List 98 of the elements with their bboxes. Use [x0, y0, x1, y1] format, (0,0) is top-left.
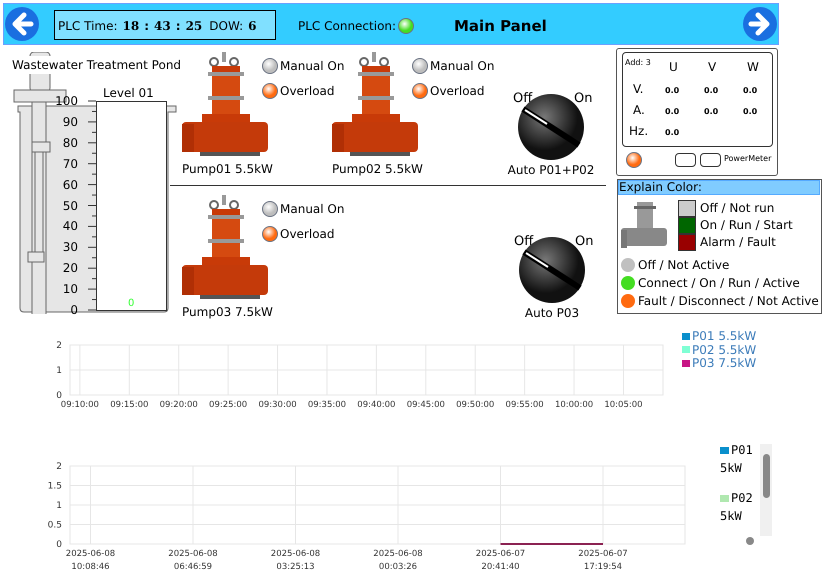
- meter-value: 0.0: [704, 106, 718, 118]
- dow-label: DOW:: [209, 18, 244, 35]
- axis-tick-label: 2: [56, 462, 62, 472]
- scale-label: 90: [62, 116, 78, 128]
- axis-tick-label: 1: [56, 501, 62, 511]
- phase-label: U: [669, 59, 678, 76]
- indicator-label: Overload: [280, 226, 335, 243]
- indicator-label: Overload: [430, 83, 485, 100]
- axis-tick-label: 1: [56, 366, 62, 376]
- axis-tick-label: 09:15:00: [110, 400, 148, 410]
- dow-value: 6: [248, 18, 257, 35]
- switch-caption: Auto P03: [524, 305, 580, 322]
- legend-label: P02: [731, 490, 753, 507]
- meter-value: 0.0: [665, 106, 680, 118]
- axis-tick-label: 09:35:00: [308, 400, 346, 410]
- axis-tick-label: 0.5: [48, 520, 62, 530]
- axis-tick-label: 2025-06-08 10:08:46: [66, 549, 116, 572]
- axis-tick-label: 09:10:00: [60, 400, 99, 410]
- forward-icon[interactable]: [742, 6, 778, 42]
- legend-label: P02 5.5kW: [692, 342, 756, 356]
- meter-value: 0.0: [743, 85, 758, 97]
- scale-label: 10: [62, 283, 78, 296]
- axis-tick-label: 09:55:00: [506, 400, 544, 410]
- axis-tick-label: 10:00:00: [554, 400, 594, 410]
- back-icon[interactable]: [4, 6, 40, 42]
- quantity-label: A.: [633, 102, 645, 119]
- hour-value: 18: [122, 18, 140, 35]
- legend-title: Explain Color:: [618, 180, 820, 195]
- meter-value: 0.0: [665, 127, 680, 139]
- meter-value: 0.0: [743, 106, 758, 118]
- switch-label: Off: [513, 90, 532, 108]
- legend-label: 5kW: [720, 460, 743, 477]
- tank-label: Level 01: [103, 85, 154, 102]
- meter-label: PowerMeter: [724, 153, 772, 165]
- second-value: 25: [186, 18, 202, 35]
- indicator-label: Manual On: [280, 58, 344, 75]
- axis-tick-label: 09:45:00: [406, 400, 445, 410]
- switch-caption: Auto P01+P02: [508, 162, 594, 179]
- axis-tick-label: 2025-06-07 17:19:54: [578, 549, 628, 572]
- scale-label: 70: [62, 158, 78, 170]
- plc-time-label: PLC Time:: [58, 18, 118, 35]
- swatch-label: Off / Not run: [700, 200, 774, 217]
- axis-tick-label: 09:25:00: [209, 400, 248, 410]
- pump-label: Pump03 7.5kW: [182, 304, 273, 321]
- meter-button[interactable]: [700, 153, 721, 167]
- axis-tick-label: 09:40:00: [357, 400, 396, 410]
- page-title: Main Panel: [454, 16, 547, 37]
- legend-label: P03 7.5kW: [692, 356, 756, 370]
- time-separator: :: [144, 18, 150, 35]
- time-separator: :: [176, 18, 181, 35]
- axis-tick-label: 10:05:00: [604, 400, 643, 410]
- legend-label: P01 5.5kW: [692, 329, 756, 343]
- vertical-scrollbar[interactable]: [760, 444, 772, 536]
- meter-value: 0.0: [704, 85, 718, 97]
- axis-tick-label: 1.5: [48, 482, 62, 492]
- minute-value: 43: [154, 18, 171, 35]
- scale-label: 40: [62, 220, 78, 232]
- lamp-label: Off / Not Active: [638, 257, 730, 274]
- axis-tick-label: 2025-06-07 20:41:40: [476, 549, 526, 572]
- scale-label: 80: [62, 136, 78, 149]
- scale-label: 50: [62, 200, 78, 212]
- indicator-label: Overload: [280, 83, 335, 100]
- meter-button[interactable]: [675, 153, 696, 167]
- switch-label: Off: [514, 233, 534, 251]
- swatch-label: On / Run / Start: [700, 217, 793, 234]
- legend-label: 5kW: [720, 508, 743, 525]
- scale-label: 30: [62, 241, 78, 254]
- meter-address: Add: 3: [625, 57, 651, 69]
- legend-label: P01: [731, 442, 753, 459]
- phase-label: W: [747, 59, 759, 76]
- axis-tick-label: 2025-06-08 03:25:13: [270, 549, 320, 572]
- scale-label: 60: [62, 178, 78, 191]
- tank-title: Wastewater Treatment Pond: [12, 56, 182, 74]
- scale-label: 20: [62, 262, 78, 274]
- indicator-label: Manual On: [280, 201, 344, 218]
- scale-label: 100: [54, 95, 78, 107]
- level-reading: 0: [128, 297, 134, 311]
- meter-value: 0.0: [665, 85, 680, 97]
- swatch-label: Alarm / Fault: [700, 234, 776, 251]
- pump-label: Pump02 5.5kW: [332, 161, 423, 178]
- lamp-label: Connect / On / Run / Active: [638, 275, 800, 292]
- axis-tick-label: 2: [56, 341, 62, 351]
- phase-label: V: [708, 59, 716, 76]
- switch-label: On: [574, 90, 592, 108]
- axis-tick-label: 0: [56, 391, 62, 401]
- lamp-label: Fault / Disconnect / Not Active: [638, 293, 819, 310]
- axis-tick-label: 0: [56, 540, 62, 550]
- axis-tick-label: 09:50:00: [456, 400, 494, 410]
- pump-label: Pump01 5.5kW: [182, 161, 273, 178]
- indicator-label: Manual On: [430, 58, 494, 75]
- axis-tick-label: 2025-06-08 06:46:59: [168, 549, 218, 572]
- axis-tick-label: 09:20:00: [160, 400, 198, 410]
- axis-tick-label: 2025-06-08 00:03:26: [373, 549, 423, 572]
- switch-label: On: [575, 233, 594, 251]
- quantity-label: V.: [633, 81, 644, 98]
- quantity-label: Hz.: [629, 123, 648, 140]
- axis-tick-label: 09:30:00: [258, 400, 297, 410]
- connection-label: PLC Connection:: [298, 18, 396, 35]
